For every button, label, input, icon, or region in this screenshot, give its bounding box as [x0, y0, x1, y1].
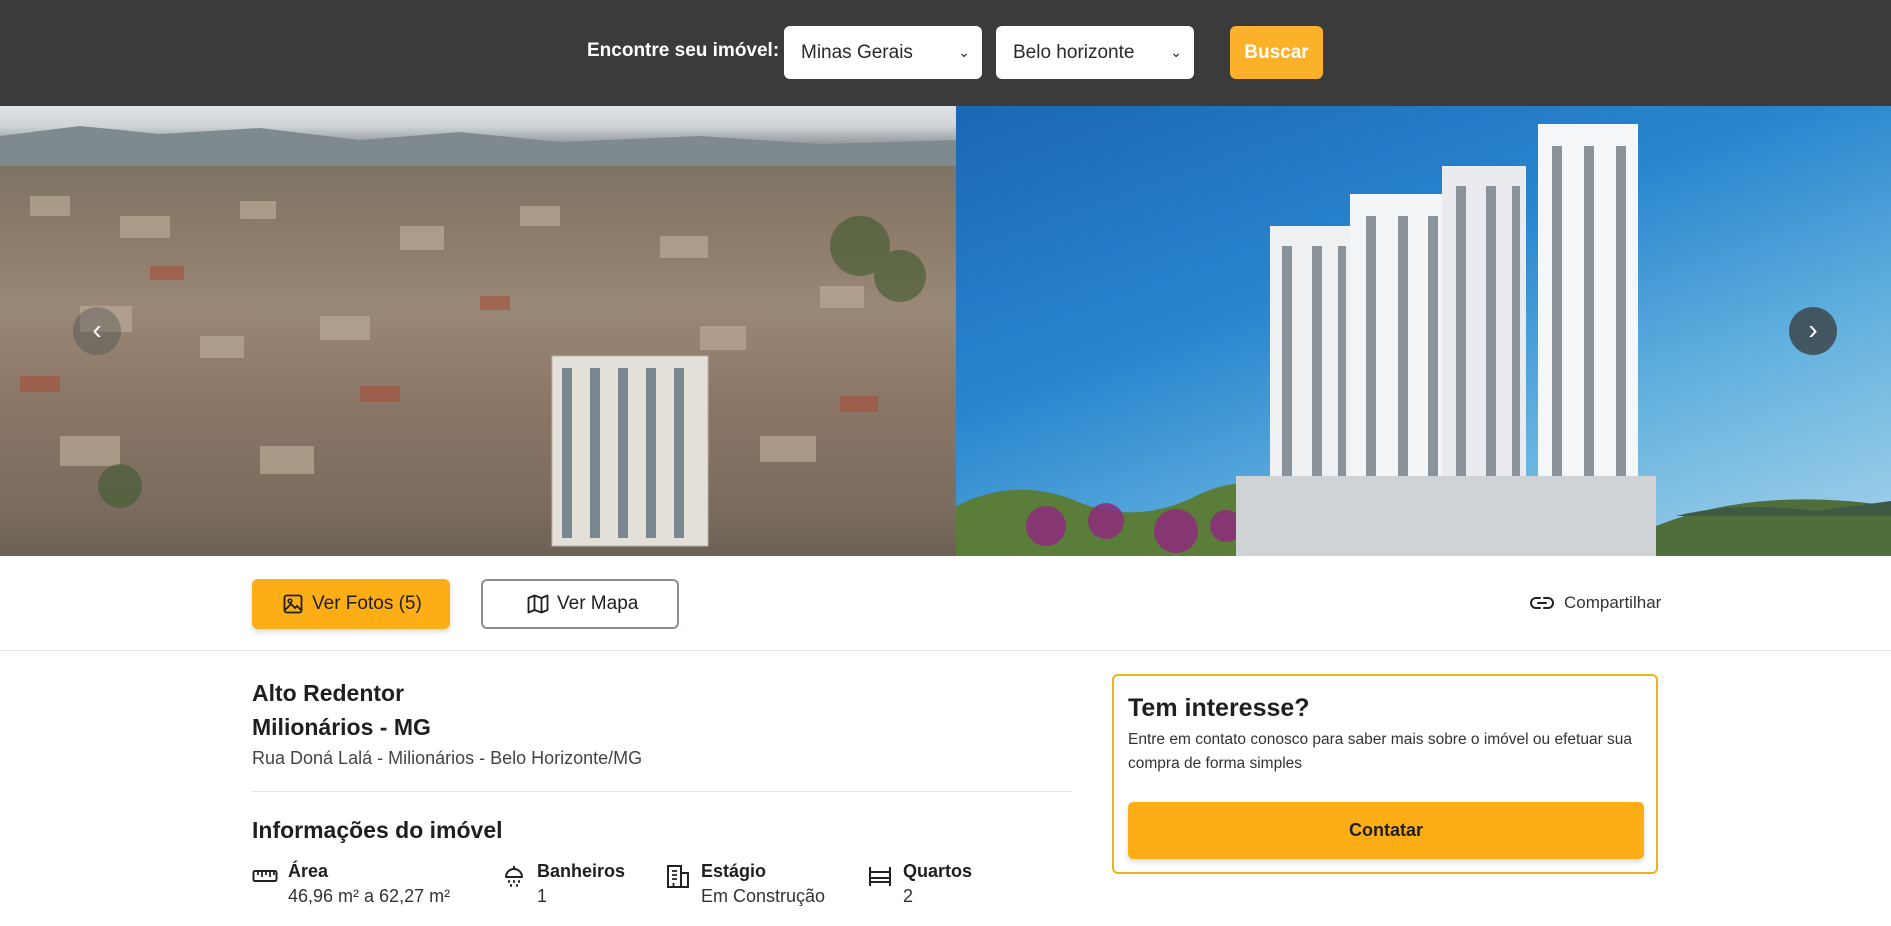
spec-bathrooms-value: 1	[537, 886, 548, 906]
share-link[interactable]: Compartilhar	[1530, 592, 1661, 614]
gallery-next-button[interactable]: ›	[1789, 307, 1837, 355]
building-icon	[667, 865, 689, 888]
chevron-down-icon: ⌄	[1170, 44, 1182, 60]
city-select[interactable]: Belo horizonte ⌄	[996, 26, 1194, 79]
spec-bedrooms-label: Quartos	[903, 861, 973, 881]
aerial-city-photo[interactable]	[0, 106, 956, 556]
chevron-left-icon: ‹	[92, 314, 102, 345]
chevron-right-icon: ›	[1808, 314, 1818, 345]
divider	[252, 791, 1072, 792]
bed-icon	[869, 867, 891, 886]
chevron-down-icon: ⌄	[958, 44, 970, 60]
view-photos-button[interactable]: Ver Fotos (5)	[252, 579, 450, 629]
view-map-button[interactable]: Ver Mapa	[481, 579, 679, 629]
city-select-value: Belo horizonte	[1013, 42, 1135, 63]
image-icon	[283, 594, 303, 614]
photo-gallery: ‹ ›	[0, 106, 1891, 556]
interest-card-description: Entre em contato conosco para saber mais…	[1128, 731, 1633, 772]
spec-stage-value: Em Construção	[701, 886, 826, 906]
search-button[interactable]: Buscar	[1230, 26, 1323, 79]
property-info-heading: Informações do imóvel	[252, 817, 503, 843]
shower-icon	[505, 866, 523, 887]
spec-area-label: Área	[288, 861, 329, 881]
map-icon	[527, 594, 549, 614]
property-info: Alto Redentor Milionários - MG Rua Doná …	[252, 676, 1072, 769]
property-address: Rua Doná Lalá - Milionários - Belo Horiz…	[252, 748, 643, 768]
state-select-value: Minas Gerais	[801, 42, 913, 63]
interest-card: Tem interesse? Entre em contato conosco …	[1112, 674, 1658, 874]
find-property-label: Encontre seu imóvel:	[587, 40, 780, 61]
top-search-bar: Encontre seu imóvel: Minas Gerais ⌄ Belo…	[0, 0, 1891, 106]
building-render-illustration	[956, 124, 1891, 556]
gallery-prev-button[interactable]: ‹	[73, 307, 121, 355]
spec-bedrooms-value: 2	[903, 886, 914, 906]
link-icon	[1530, 597, 1554, 609]
ruler-icon	[252, 870, 278, 882]
property-location: Milionários - MG	[252, 714, 431, 740]
spec-stage-label: Estágio	[701, 861, 767, 881]
contact-button[interactable]: Contatar	[1128, 802, 1644, 859]
property-name: Alto Redentor	[252, 680, 405, 706]
spec-area-value: 46,96 m² a 62,27 m²	[288, 886, 451, 906]
interest-card-title: Tem interesse?	[1128, 694, 1310, 722]
spec-bathrooms-label: Banheiros	[537, 861, 626, 881]
aerial-city-illustration	[0, 126, 956, 547]
state-select[interactable]: Minas Gerais ⌄	[784, 26, 982, 79]
view-map-label: Ver Mapa	[557, 593, 639, 614]
building-render-photo[interactable]	[956, 106, 1891, 556]
action-bar: Ver Fotos (5) Ver Mapa Compartilhar	[0, 556, 1891, 651]
share-label: Compartilhar	[1564, 593, 1662, 612]
view-photos-label: Ver Fotos (5)	[312, 593, 422, 614]
